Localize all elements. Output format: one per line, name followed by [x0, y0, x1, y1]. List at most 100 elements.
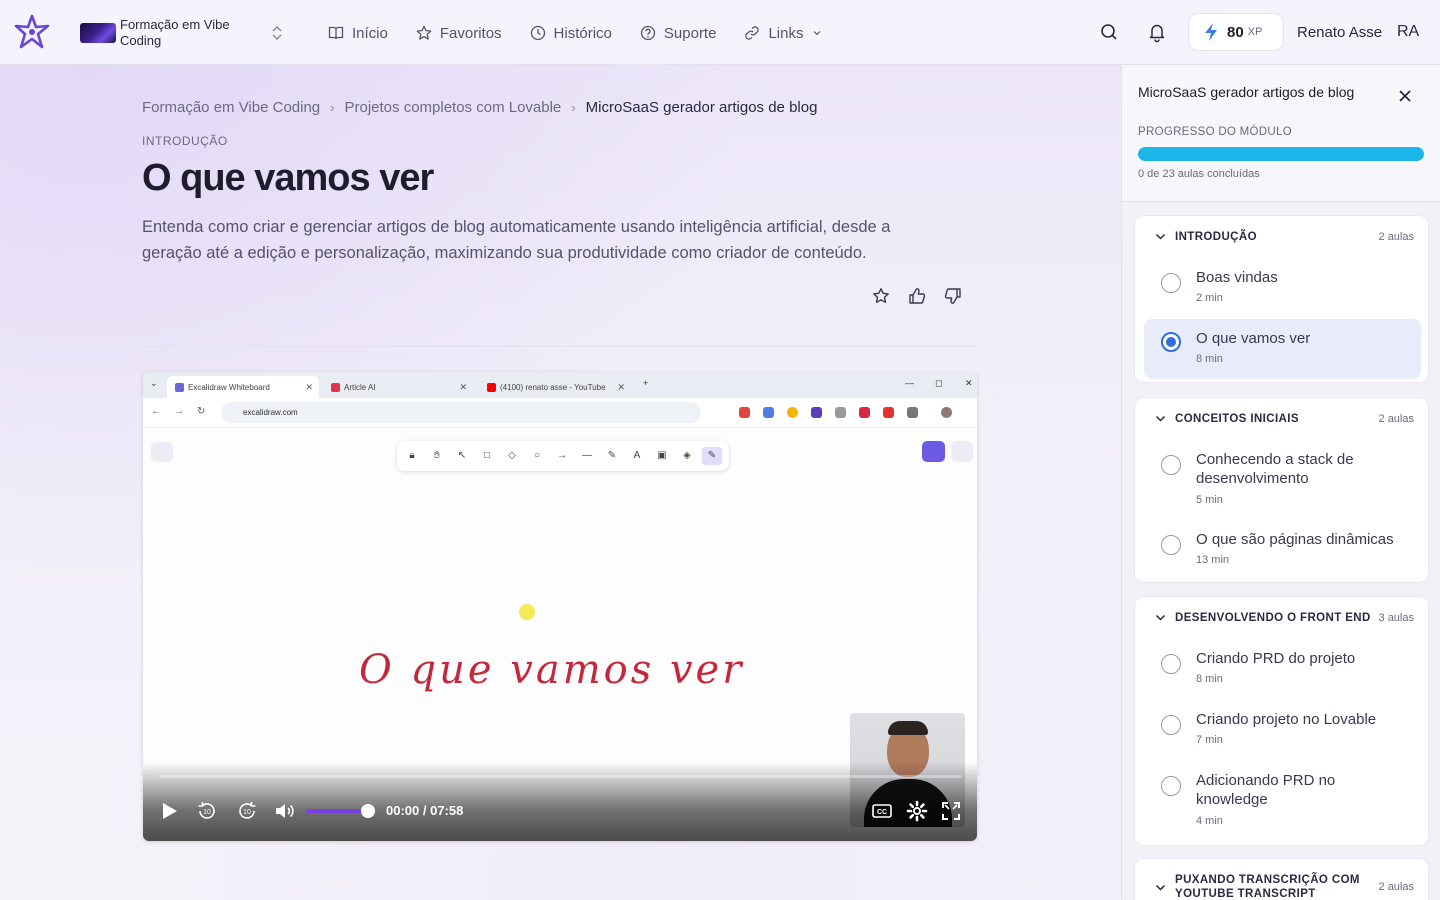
lesson-item[interactable]: Adicionando PRD no knowledge 4 min — [1144, 761, 1421, 839]
lesson-status-radio[interactable] — [1161, 455, 1181, 475]
lesson-title: Boas vindas — [1196, 269, 1278, 286]
recorded-tab: Article AI ✕ — [323, 376, 473, 398]
video-progress-bar[interactable] — [159, 775, 962, 778]
fullscreen-icon[interactable] — [939, 799, 963, 823]
lesson-item-active[interactable]: O que vamos ver 8 min — [1144, 319, 1421, 379]
course-name: Formação em Vibe Coding — [120, 17, 230, 48]
chevron-down-icon — [814, 31, 821, 36]
forward-10-icon[interactable]: 10 — [235, 799, 259, 823]
nav-item-historico[interactable]: Histórico — [530, 20, 612, 46]
sidebar-title: MicroSaaS gerador artigos de blog — [1138, 84, 1355, 100]
bell-icon[interactable] — [1147, 21, 1167, 43]
line-icon: — — [582, 450, 592, 461]
module-header[interactable]: INTRODUÇÃO 2 aulas — [1135, 216, 1430, 256]
presenter-hair — [888, 721, 928, 735]
lesson-item[interactable]: Criando projeto no Lovable 7 min — [1144, 700, 1421, 758]
extension-icon — [763, 407, 774, 418]
module-card: CONCEITOS INICIAIS 2 aulas Conhecendo a … — [1134, 397, 1429, 583]
top-bar: Formação em Vibe Coding Início Favoritos… — [0, 0, 1440, 65]
module-title: DESENVOLVENDO O FRONT END — [1175, 612, 1371, 624]
nav-label: Links — [768, 24, 804, 42]
library-icon — [951, 441, 973, 462]
controls-gradient — [143, 762, 977, 841]
nav-item-suporte[interactable]: Suporte — [640, 20, 717, 46]
user-name[interactable]: Renato Asse — [1297, 24, 1382, 41]
sidebar-header: MicroSaaS gerador artigos de blog PROGRE… — [1122, 65, 1440, 202]
volume-slider[interactable] — [306, 809, 368, 813]
lesson-title: O que são páginas dinâmicas — [1196, 531, 1394, 548]
rewind-10-icon[interactable]: 10 — [195, 799, 219, 823]
lesson-item[interactable]: Conhecendo a stack de desenvolvimento 5 … — [1144, 440, 1421, 512]
favorite-star-icon[interactable] — [872, 287, 890, 305]
extension-icon — [835, 407, 846, 418]
module-lesson-count: 3 aulas — [1378, 612, 1414, 624]
settings-gear-icon[interactable] — [905, 799, 929, 823]
help-circle-icon — [640, 25, 656, 41]
lesson-status-radio[interactable] — [1161, 535, 1181, 555]
nav-label: Histórico — [553, 24, 612, 42]
nav-label: Suporte — [663, 24, 717, 42]
play-icon[interactable] — [157, 799, 181, 823]
lesson-status-radio[interactable] — [1161, 332, 1181, 352]
lesson-duration: 8 min — [1196, 673, 1223, 685]
module-title: CONCEITOS INICIAIS — [1175, 413, 1299, 425]
article-ai-icon — [331, 382, 340, 392]
volume-slider-handle[interactable] — [361, 804, 375, 818]
app-logo-icon[interactable] — [14, 14, 50, 50]
module-header[interactable]: PUXANDO TRANSCRIÇÃO COM YOUTUBE TRANSCRI… — [1135, 859, 1430, 900]
star-icon — [416, 25, 432, 40]
volume-icon[interactable] — [273, 799, 297, 823]
course-thumbnail — [80, 23, 116, 43]
module-header[interactable]: CONCEITOS INICIAIS 2 aulas — [1135, 398, 1430, 438]
module-lesson-count: 2 aulas — [1378, 231, 1414, 243]
extension-icon — [883, 407, 894, 418]
breadcrumb-module[interactable]: Projetos completos com Lovable — [345, 99, 562, 116]
breadcrumb-course[interactable]: Formação em Vibe Coding — [142, 99, 320, 116]
module-lesson-count: 2 aulas — [1378, 881, 1414, 893]
eraser-icon: ◈ — [683, 450, 691, 461]
reload-icon: ↻ — [197, 406, 206, 417]
lock-icon: 🔒︎ — [409, 450, 415, 461]
back-arrow-icon: ← — [151, 406, 161, 417]
text-icon: A — [633, 450, 641, 461]
module-card: DESENVOLVENDO O FRONT END 3 aulas Criand… — [1134, 596, 1429, 846]
main-nav: Início Favoritos Histórico Suporte Links — [328, 20, 851, 46]
nav-item-inicio[interactable]: Início — [328, 20, 388, 46]
lesson-status-radio[interactable] — [1161, 273, 1181, 293]
module-header[interactable]: DESENVOLVENDO O FRONT END 3 aulas — [1135, 597, 1430, 637]
lesson-duration: 2 min — [1196, 292, 1223, 304]
maximize-icon: ◻ — [935, 378, 943, 388]
thumbs-down-icon[interactable] — [944, 287, 962, 305]
avatar[interactable]: RA — [1397, 23, 1419, 41]
lesson-status-radio[interactable] — [1161, 715, 1181, 735]
recorded-tab: (4100) renato asse - YouTube ✕ — [479, 376, 631, 398]
diamond-icon: ◇ — [508, 450, 516, 461]
lesson-status-radio[interactable] — [1161, 654, 1181, 674]
course-switcher[interactable]: Formação em Vibe Coding — [80, 14, 290, 52]
whiteboard-toolbar: 🔒︎ ✋︎ ↖ □ ◇ ○ → — ✎ A ▣ ◈ ✎ — [397, 441, 729, 471]
chevron-right-icon: › — [330, 100, 335, 115]
progress-label: PROGRESSO DO MÓDULO — [1138, 126, 1292, 138]
thumbs-up-icon[interactable] — [908, 287, 926, 305]
video-player[interactable]: ⌄ Excalidraw Whiteboard ✕ Article AI ✕ (… — [143, 372, 977, 841]
close-icon[interactable] — [1398, 89, 1412, 103]
nav-item-links[interactable]: Links — [744, 20, 823, 46]
lesson-item[interactable]: Criando PRD do projeto 8 min — [1144, 639, 1421, 697]
xp-unit: XP — [1247, 26, 1263, 38]
plus-icon: + — [643, 378, 649, 388]
forward-arrow-icon: → — [174, 406, 184, 417]
progress-text: 0 de 23 aulas concluídas — [1138, 168, 1260, 180]
youtube-icon — [487, 382, 496, 392]
lesson-actions — [872, 287, 962, 305]
lesson-item[interactable]: Boas vindas 2 min — [1144, 258, 1421, 316]
extension-icon — [907, 407, 918, 418]
search-icon[interactable] — [1099, 21, 1119, 43]
captions-icon[interactable]: CC — [870, 799, 894, 823]
lesson-item[interactable]: O que são páginas dinâmicas 13 min — [1144, 520, 1421, 578]
nav-item-favoritos[interactable]: Favoritos — [416, 20, 502, 46]
xp-badge[interactable]: 80 XP — [1188, 13, 1284, 51]
lesson-title: Adicionando PRD no knowledge — [1196, 772, 1336, 808]
lesson-title: Conhecendo a stack de desenvolvimento — [1196, 451, 1354, 487]
arrow-icon: → — [557, 450, 567, 461]
lesson-status-radio[interactable] — [1161, 776, 1181, 796]
